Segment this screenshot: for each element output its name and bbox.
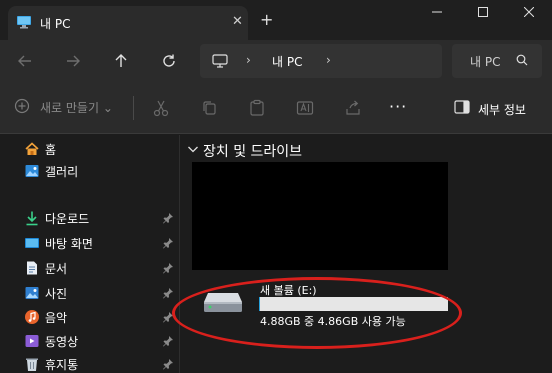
- drive-name: 새 볼륨 (E:): [260, 284, 317, 297]
- sidebar-item-label: 동영상: [45, 335, 79, 349]
- pin-icon[interactable]: [162, 287, 174, 299]
- refresh-button[interactable]: [159, 51, 179, 71]
- command-bar: 새로 만들기 ⌄ ··· 세부 정보: [0, 82, 552, 134]
- toolbar-divider: [133, 96, 134, 120]
- breadcrumb-my-pc[interactable]: 내 PC: [272, 53, 302, 70]
- gallery-icon: [25, 165, 39, 177]
- up-button[interactable]: [111, 51, 131, 71]
- close-icon: [524, 7, 534, 17]
- sidebar-item-home[interactable]: 홈: [0, 138, 180, 160]
- more-options-button[interactable]: ···: [389, 99, 407, 115]
- search-placeholder: 내 PC: [470, 55, 501, 69]
- plus-circle-icon: [14, 98, 30, 114]
- minimize-icon: [432, 11, 442, 13]
- monitor-icon: [17, 16, 31, 29]
- pc-icon: [212, 54, 228, 68]
- search-text-fade: [500, 44, 514, 78]
- drive-usage-fill: [259, 297, 260, 311]
- new-button[interactable]: 새로 만들기 ⌄: [14, 98, 113, 115]
- sidebar-item-desktop[interactable]: 바탕 화면: [0, 232, 180, 254]
- rename-icon[interactable]: [296, 99, 314, 117]
- breadcrumb-separator[interactable]: ›: [246, 53, 251, 67]
- back-button[interactable]: [15, 51, 35, 71]
- cut-icon[interactable]: [152, 99, 170, 117]
- maximize-button[interactable]: [460, 0, 506, 24]
- sidebar-item-gallery[interactable]: 갤러리: [0, 160, 180, 182]
- pin-icon[interactable]: [162, 335, 174, 347]
- breadcrumb-separator[interactable]: ›: [326, 53, 331, 67]
- arrow-up-icon: [115, 54, 127, 67]
- sidebar-item-label: 사진: [45, 287, 68, 301]
- sidebar-item-videos[interactable]: 동영상: [0, 330, 180, 352]
- sidebar-item-label: 바탕 화면: [45, 237, 93, 251]
- search-icon[interactable]: [516, 54, 528, 66]
- refresh-icon: [163, 54, 175, 67]
- pin-icon[interactable]: [162, 237, 174, 249]
- sidebar-item-music[interactable]: 음악: [0, 306, 180, 328]
- section-header-devices-drives[interactable]: 장치 및 드라이브: [203, 141, 302, 161]
- sidebar-item-label: 휴지통: [45, 358, 79, 372]
- drive-free-space: 4.88GB 중 4.86GB 사용 가능: [260, 315, 406, 328]
- share-icon[interactable]: [344, 99, 362, 117]
- sidebar-item-documents[interactable]: 문서: [0, 257, 180, 279]
- music-icon: [25, 310, 39, 324]
- pin-icon[interactable]: [162, 212, 174, 224]
- sidebar-item-label: 문서: [45, 262, 68, 276]
- sidebar-item-recycle-bin[interactable]: 휴지통: [0, 353, 180, 373]
- navigation-pane: 홈 갤러리 다운로드 바탕 화면 문서 사진 음악 동영상 휴지통: [0, 135, 180, 373]
- sidebar-item-pictures[interactable]: 사진: [0, 282, 180, 304]
- sidebar-item-label: 다운로드: [45, 212, 90, 226]
- pin-icon[interactable]: [162, 311, 174, 323]
- recycle-bin-icon: [26, 358, 38, 371]
- details-pane-icon[interactable]: [454, 99, 470, 115]
- sidebar-item-label: 홈: [45, 143, 57, 157]
- search-input[interactable]: 내 PC: [452, 44, 542, 78]
- close-window-button[interactable]: [506, 0, 552, 24]
- forward-button[interactable]: [63, 51, 83, 71]
- desktop-icon: [25, 238, 39, 248]
- chevron-down-icon[interactable]: [187, 144, 199, 154]
- drive-usage-bar: [259, 297, 448, 311]
- arrow-right-icon: [67, 55, 80, 67]
- sidebar-item-downloads[interactable]: 다운로드: [0, 207, 180, 229]
- content-pane: 장치 및 드라이브 새 볼륨 (E:) 4.88GB 중 4.86GB 사용 가…: [172, 135, 552, 373]
- navigation-bar: › 내 PC › 내 PC: [0, 40, 552, 82]
- minimize-button[interactable]: [414, 0, 460, 24]
- arrow-left-icon: [18, 55, 31, 67]
- close-tab-icon[interactable]: ✕: [232, 14, 243, 30]
- maximize-icon: [478, 7, 488, 17]
- tab-my-pc[interactable]: 내 PC ✕: [8, 6, 248, 40]
- details-button[interactable]: 세부 정보: [478, 101, 526, 118]
- videos-icon: [25, 335, 39, 347]
- pictures-icon: [25, 287, 39, 299]
- home-icon: [25, 142, 39, 155]
- hard-drive-icon: [204, 293, 242, 312]
- redacted-area: [192, 162, 448, 270]
- tab-title: 내 PC: [40, 17, 71, 31]
- new-button-label: 새로 만들기 ⌄: [40, 101, 113, 115]
- sidebar-item-label: 음악: [45, 311, 68, 325]
- sidebar-item-label: 갤러리: [45, 165, 79, 179]
- address-bar[interactable]: › 내 PC ›: [200, 44, 442, 78]
- copy-icon[interactable]: [200, 99, 218, 117]
- pin-icon[interactable]: [162, 358, 174, 370]
- new-tab-button[interactable]: +: [260, 10, 273, 30]
- pin-icon[interactable]: [162, 262, 174, 274]
- download-icon: [26, 211, 38, 226]
- documents-icon: [27, 261, 37, 275]
- paste-icon[interactable]: [248, 99, 266, 117]
- drive-tile-e[interactable]: 새 볼륨 (E:) 4.88GB 중 4.86GB 사용 가능: [189, 278, 469, 338]
- title-bar: 내 PC ✕ +: [0, 0, 552, 40]
